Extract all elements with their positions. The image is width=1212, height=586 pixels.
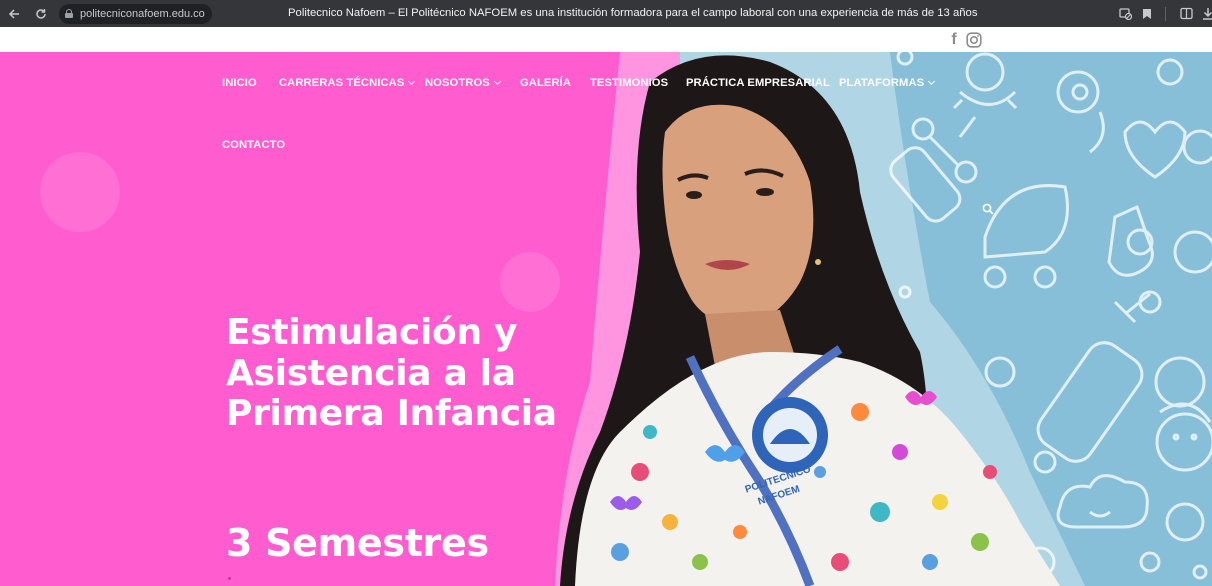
nav-item-plataformas[interactable]: PLATAFORMAS xyxy=(839,77,936,89)
hero-title-line: Asistencia a la xyxy=(226,352,516,394)
nav-item-galeria[interactable]: GALERÍA xyxy=(520,77,571,89)
chevron-down-icon xyxy=(928,77,936,86)
hero-duration: 3 Semestres xyxy=(226,521,489,565)
nav-item-label: PRÁCTICA EMPRESARIAL xyxy=(686,77,830,89)
nav-item-label: CARRERAS TÉCNICAS xyxy=(279,77,405,89)
hero-title: Estimulación y Asistencia a la Primera I… xyxy=(226,312,586,435)
nav-item-inicio[interactable]: INICIO xyxy=(222,77,257,89)
chevron-down-icon xyxy=(493,77,501,86)
nav-item-label: NOSOTROS xyxy=(425,77,490,89)
slider-dot[interactable] xyxy=(228,577,231,580)
reload-icon[interactable] xyxy=(29,2,53,26)
toolbar-divider xyxy=(1165,6,1166,21)
url-text: politecniconafoem.edu.co xyxy=(80,7,205,20)
facebook-icon[interactable]: f xyxy=(948,31,960,48)
nav-item-nosotros[interactable]: NOSOTROS xyxy=(425,77,501,89)
instagram-icon[interactable] xyxy=(966,32,982,48)
bunny-face-doodle xyxy=(1155,412,1212,472)
nav-item-label: TESTIMONIOS xyxy=(590,77,669,89)
cloud-doodle xyxy=(1056,474,1149,529)
browser-toolbar: politecniconafoem.edu.co Politecnico Naf… xyxy=(0,0,1212,27)
nav-item-practica-empresarial[interactable]: PRÁCTICA EMPRESARIAL xyxy=(686,77,830,89)
nav-item-contacto[interactable]: CONTACTO xyxy=(222,139,285,151)
hero-title-line: Estimulación y xyxy=(226,312,518,353)
bookmark-icon[interactable] xyxy=(1137,4,1157,24)
download-icon[interactable] xyxy=(1198,4,1212,24)
nav-item-carreras-tecnicas[interactable]: CARRERAS TÉCNICAS xyxy=(279,77,416,89)
large-bottle-doodle xyxy=(1036,292,1151,463)
nav-item-label: PLATAFORMAS xyxy=(839,77,925,89)
sock-doodle xyxy=(1107,204,1154,277)
blocked-popup-icon[interactable] xyxy=(1115,4,1135,24)
nav-item-label: GALERÍA xyxy=(520,77,572,89)
nav-item-label: INICIO xyxy=(222,77,257,89)
back-arrow-icon[interactable] xyxy=(2,2,26,26)
search-icon[interactable] xyxy=(982,202,994,215)
tab-title: Politecnico Nafoem – El Politécnico NAFO… xyxy=(288,7,978,19)
nav-item-testimonios[interactable]: TESTIMONIOS xyxy=(590,77,668,89)
hero-title-line: Primera Infancia xyxy=(226,393,557,434)
stroller-doodle xyxy=(983,184,1069,289)
address-bar[interactable]: politecniconafoem.edu.co xyxy=(59,3,212,24)
uniform-badge xyxy=(752,397,828,473)
main-navigation: INICIO CARRERAS TÉCNICAS NOSOTROS GALERÍ… xyxy=(0,52,1212,182)
social-bar: f xyxy=(0,27,1212,52)
chevron-down-icon xyxy=(408,77,416,86)
lock-icon xyxy=(65,9,73,18)
browser-actions xyxy=(1113,0,1212,27)
nav-item-label: CONTACTO xyxy=(222,139,286,151)
reading-list-icon[interactable] xyxy=(1176,4,1196,24)
